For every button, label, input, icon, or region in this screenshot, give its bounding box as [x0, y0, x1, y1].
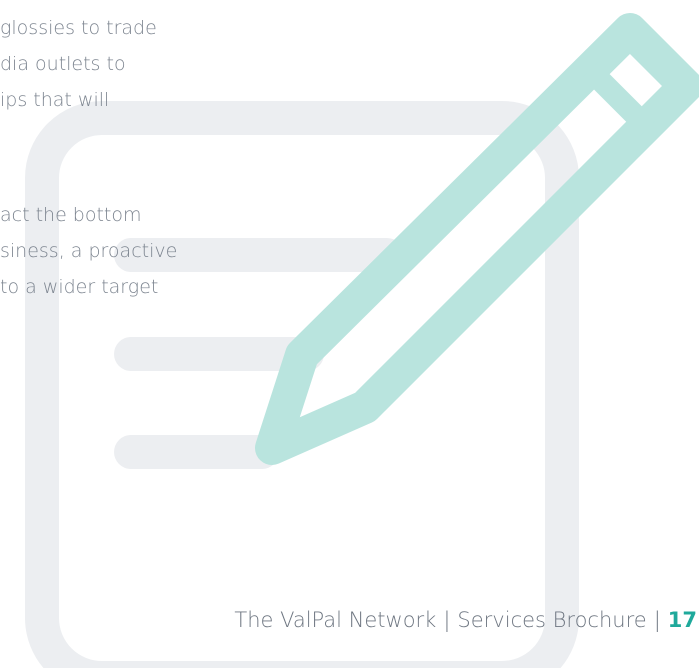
page-footer: The ValPal Network | Services Brochure | 17 — [234, 604, 697, 636]
footer-separator: | — [653, 608, 661, 632]
page-number: 17 — [667, 608, 697, 632]
footer-document-title: Services Brochure — [457, 608, 647, 632]
text-line: siness, a proactive — [0, 240, 178, 262]
brochure-page: glossies to trade dia outlets to ips tha… — [0, 0, 699, 668]
text-line: glossies to trade — [0, 17, 157, 39]
document-line-3 — [114, 435, 279, 469]
text-line: ips that will — [0, 89, 110, 111]
footer-separator: | — [443, 608, 451, 632]
text-line: to a wider target — [0, 276, 159, 298]
body-paragraph-2: act the bottom siness, a proactive to a … — [0, 197, 177, 305]
text-line: act the bottom — [0, 204, 142, 226]
text-line: dia outlets to — [0, 53, 126, 75]
body-paragraph-1: glossies to trade dia outlets to ips tha… — [0, 10, 157, 118]
footer-network-name: The ValPal Network — [234, 608, 437, 632]
